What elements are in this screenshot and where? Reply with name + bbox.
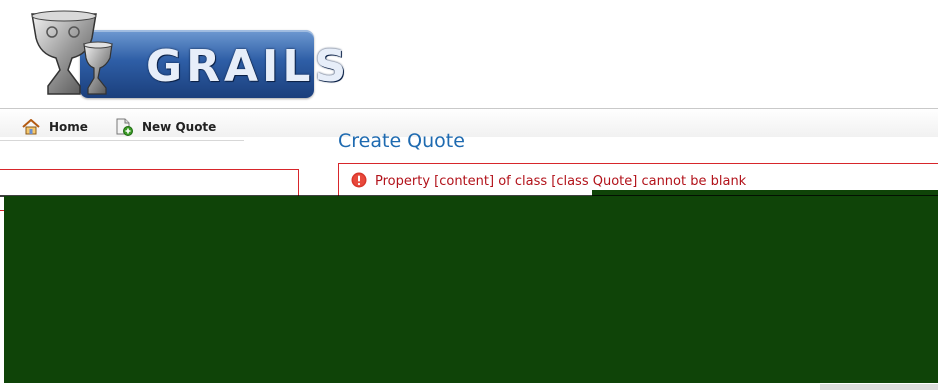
nav-home-link[interactable]: Home — [22, 118, 88, 136]
logo-text: GRAILS — [146, 41, 351, 92]
home-icon — [22, 119, 40, 135]
error-icon — [351, 172, 367, 188]
bottom-corner-element — [820, 384, 938, 390]
nav-new-quote-label: New Quote — [142, 120, 217, 134]
nav-bar: Home New Quote — [0, 109, 938, 137]
nav-new-quote-link[interactable]: New Quote — [115, 118, 216, 136]
nav-underline — [0, 140, 244, 141]
header: GRAILS — [0, 0, 938, 108]
new-document-icon — [116, 118, 133, 136]
error-message: Property [content] of class [class Quote… — [375, 174, 747, 189]
page-title: Create Quote — [338, 130, 465, 152]
nav-home-label: Home — [49, 120, 88, 134]
bottom-strip — [0, 383, 938, 390]
grail-cup-icon — [31, 10, 113, 95]
grails-logo[interactable]: GRAILS — [22, 8, 346, 100]
overlay-panel — [4, 196, 938, 383]
